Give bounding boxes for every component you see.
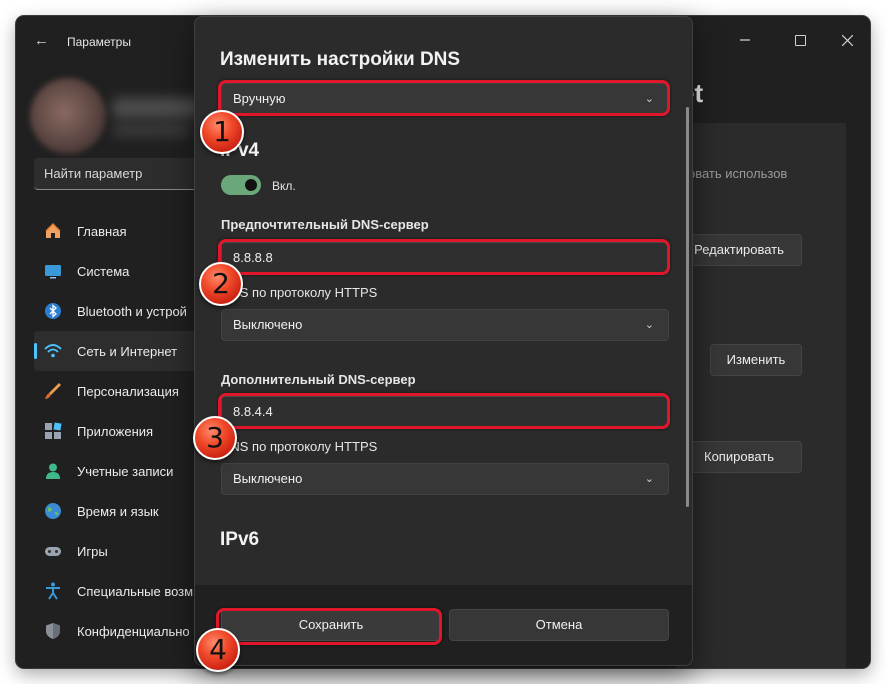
highlight-dns-mode [218,80,670,116]
close-icon [841,34,853,46]
search-input[interactable]: Найти параметр [34,158,214,190]
step-badge-2: 2 [199,262,243,306]
sidebar-item-network[interactable]: Сеть и Интернет [34,331,214,371]
copy-button[interactable]: Копировать [676,441,802,473]
sidebar-item-apps[interactable]: Приложения [34,411,214,451]
sidebar-item-privacy[interactable]: Конфиденциально [34,611,214,651]
user-icon [44,462,62,480]
highlight-alternate-dns [218,393,670,429]
sidebar-item-label: Специальные возм [77,583,194,599]
system-icon [44,262,62,280]
sidebar-item-bluetooth[interactable]: Bluetooth и устрой [34,291,214,331]
user-name-blurred [112,98,202,118]
step-badge-4: 4 [196,628,240,672]
ipv6-title: IPv6 [220,529,260,550]
highlight-preferred-dns [218,239,670,275]
sidebar-item-system[interactable]: Система [34,251,214,291]
sidebar-item-label: Приложения [77,423,154,439]
app-title: Параметры [67,35,131,49]
background-panel [676,123,846,668]
sidebar-item-label: Персонализация [77,383,179,399]
step-badge-3: 3 [193,416,237,460]
https-select-2-value: Выключено [233,471,303,486]
gamepad-icon [44,542,62,560]
sidebar-item-gaming[interactable]: Игры [34,531,214,571]
edit-button[interactable]: Редактировать [676,234,802,266]
step-badge-1: 1 [200,110,244,154]
minimize-icon [740,39,750,41]
https-label-2: DNS по протоколу HTTPS [221,439,378,454]
globe-icon [44,502,62,520]
preferred-dns-label: Предпочтительный DNS-сервер [221,217,429,232]
sidebar-item-accessibility[interactable]: Специальные возм [34,571,214,611]
close-button[interactable] [824,24,870,56]
shield-icon [44,622,62,640]
accessibility-icon [44,582,62,600]
https-select-1[interactable]: Выключено ⌄ [221,309,669,341]
sidebar-item-accounts[interactable]: Учетные записи [34,451,214,491]
toggle-knob [245,179,257,191]
avatar [30,78,106,154]
sidebar-nav: Главная Система Bluetooth и устрой Сеть … [34,211,214,651]
change-button[interactable]: Изменить [710,344,802,376]
cancel-button[interactable]: Отмена [449,609,669,641]
sidebar-item-label: Учетные записи [77,463,174,479]
sidebar-item-label: Конфиденциально [77,623,190,639]
bluetooth-icon [44,302,62,320]
maximize-button[interactable] [777,24,823,56]
chevron-down-icon: ⌄ [644,319,654,331]
brush-icon [44,382,62,400]
sidebar-item-home[interactable]: Главная [34,211,214,251]
https-label-1: DNS по протоколу HTTPS [221,285,378,300]
back-arrow-icon[interactable]: ← [34,32,49,49]
sidebar-item-personalization[interactable]: Персонализация [34,371,214,411]
sidebar-item-time-language[interactable]: Время и язык [34,491,214,531]
home-icon [44,222,62,240]
toggle-label: Вкл. [272,179,296,193]
sidebar-item-label: Сеть и Интернет [77,343,178,359]
dialog-scrollbar[interactable] [686,107,689,507]
sidebar-item-label: Bluetooth и устрой [77,303,187,319]
minimize-button[interactable] [722,24,768,56]
user-email-blurred [112,124,192,136]
chevron-down-icon: ⌄ [644,473,654,485]
https-select-2[interactable]: Выключено ⌄ [221,463,669,495]
sidebar-item-label: Система [77,263,130,279]
apps-icon [44,422,62,440]
network-icon [44,342,62,360]
background-faded-text: овать использов [688,166,788,181]
maximize-icon [794,34,806,46]
sidebar-item-label: Главная [77,223,127,239]
sidebar-item-label: Время и язык [77,503,159,519]
alternate-dns-label: Дополнительный DNS-сервер [221,372,416,387]
ipv4-toggle[interactable] [221,175,261,195]
highlight-save-button [216,608,442,645]
dialog-title: Изменить настройки DNS [220,49,461,70]
https-select-1-value: Выключено [233,317,303,332]
sidebar-item-label: Игры [77,543,108,559]
